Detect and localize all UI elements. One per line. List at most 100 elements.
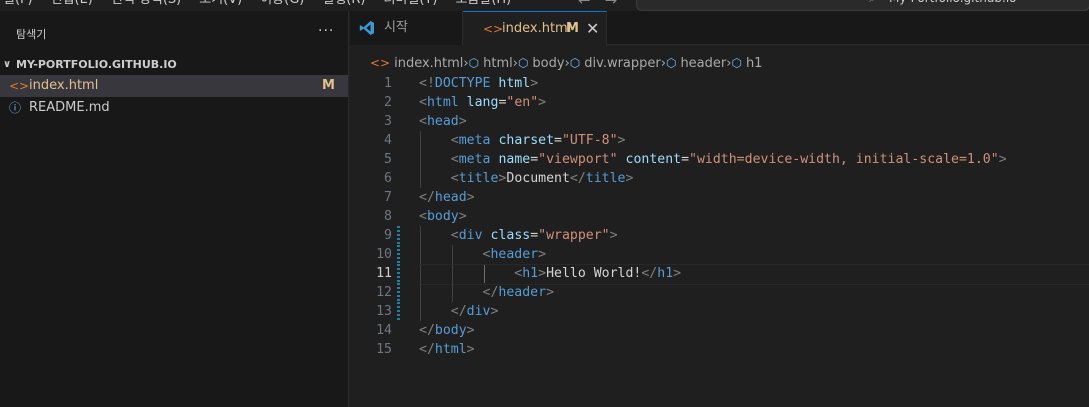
code-token: < — [450, 171, 459, 186]
code-token: head — [426, 114, 459, 129]
menu-item[interactable]: 편집(E) — [42, 0, 102, 9]
code-line[interactable]: 13 </div> — [350, 302, 1089, 321]
code-token: html — [498, 76, 531, 91]
code-token: h1 — [657, 266, 674, 281]
command-center-label: My-Portfolio.github.io — [889, 0, 1017, 10]
html-file-icon: <> — [483, 22, 504, 36]
menu-item[interactable]: 터미널(T) — [374, 0, 446, 9]
code-token: = — [554, 133, 562, 148]
breadcrumb: <> index.html › ⬡ html › ⬡ body › ⬡ div.wrapper › ⬡ h… — [350, 52, 762, 74]
more-actions-icon[interactable]: ··· — [318, 23, 334, 39]
tab-welcome[interactable]: 시작 — [350, 11, 463, 45]
modified-badge: M — [322, 78, 335, 93]
code-text: <meta name="viewport" content="width=dev… — [419, 150, 1007, 169]
line-number: 1 — [384, 76, 392, 91]
code-token: header — [490, 247, 539, 262]
code-line[interactable]: 7 </head> — [350, 188, 1089, 207]
code-token: meta — [458, 152, 491, 167]
menu-item[interactable]: 실행(R) — [313, 0, 374, 9]
code-token: = — [530, 228, 539, 243]
code-token: </ — [641, 266, 658, 281]
line-number: 7 — [384, 190, 392, 205]
code-token: < — [419, 209, 427, 224]
folder-name: MY-PORTFOLIO.GITHUB.IO — [16, 58, 177, 71]
code-line[interactable]: 8 <body> — [350, 207, 1089, 226]
code-token: Document — [506, 171, 570, 186]
code-line[interactable]: 11 <h1>Hello World!</h1> — [350, 264, 1089, 285]
command-center[interactable]: ⌕ My-Portfolio.github.io — [636, 0, 1089, 11]
menu-item[interactable]: 도움말(H) — [446, 0, 520, 9]
code-token: h1 — [522, 266, 539, 281]
code-token: html — [426, 95, 459, 110]
breadcrumb-item[interactable]: ⬡ div.wrapper — [570, 56, 661, 71]
info-icon: ⓘ — [9, 101, 22, 115]
menu-item[interactable]: 일(F) — [0, 0, 42, 9]
symbol-element-icon: ⬡ — [731, 56, 742, 70]
modified-line-indicator — [397, 226, 400, 245]
tab-index-html[interactable]: <> index.html M ✕ — [463, 11, 607, 46]
title-bar: 일(F)편집(E)선택 영역(S)보기(V)이동(G)실행(R)터미널(T)도움… — [0, 0, 1089, 11]
code-token: title — [585, 171, 626, 186]
code-line[interactable]: 5 <meta name="viewport" content="width=d… — [350, 150, 1089, 169]
breadcrumb-item[interactable]: ⬡ body — [518, 56, 565, 71]
code-line[interactable]: 4 <meta charset="UTF-8"> — [350, 131, 1089, 150]
menu-item[interactable]: 보기(V) — [190, 0, 251, 9]
code-text: <header> — [419, 245, 547, 264]
line-number: 14 — [376, 323, 392, 338]
breadcrumb-label: index.html — [394, 55, 464, 71]
breadcrumb-item[interactable]: ⬡ header — [666, 56, 726, 71]
code-token: > — [617, 133, 626, 148]
vscode-icon — [359, 21, 374, 35]
code-token: > — [538, 266, 547, 281]
code-token: div — [458, 228, 483, 243]
menu-item[interactable]: 이동(G) — [251, 0, 313, 9]
file-item-readme[interactable]: ⓘ README.md — [0, 97, 348, 119]
line-number: 11 — [376, 266, 392, 281]
tab-label: 시작 — [384, 20, 408, 35]
code-line[interactable]: 10 <header> — [350, 245, 1089, 264]
folder-root[interactable]: ∨ MY-PORTFOLIO.GITHUB.IO — [0, 55, 348, 75]
line-number: 2 — [384, 95, 392, 110]
breadcrumb-item[interactable]: ⬡ html — [469, 56, 513, 71]
code-token: class — [490, 228, 531, 243]
code-line[interactable]: 3 <head> — [350, 112, 1089, 131]
file-item-index-html[interactable]: <> index.html M — [0, 75, 348, 97]
code-line[interactable]: 15 </html> — [350, 340, 1089, 359]
code-token: > — [673, 266, 682, 281]
code-line[interactable]: 12 </header> — [350, 283, 1089, 302]
explorer-sidebar: 탐색기 ··· ∨ MY-PORTFOLIO.GITHUB.IO <> inde… — [0, 11, 349, 407]
indent-guide — [420, 264, 421, 283]
back-arrow-icon[interactable]: ← — [578, 0, 591, 9]
code-line[interactable]: 9 <div class="wrapper"> — [350, 226, 1089, 245]
code-line[interactable]: 2 <html lang="en"> — [350, 93, 1089, 112]
code-line[interactable]: 6 <title>Document</title> — [350, 169, 1089, 188]
menu-item[interactable]: 선택 영역(S) — [102, 0, 190, 9]
forward-arrow-icon[interactable]: → — [605, 0, 618, 9]
code-line[interactable]: 1 <!DOCTYPE html> — [350, 74, 1089, 93]
code-token: > — [546, 285, 555, 300]
line-number: 15 — [376, 342, 392, 357]
line-number: 6 — [384, 171, 392, 186]
line-number: 9 — [384, 228, 392, 243]
file-name: index.html — [29, 78, 99, 93]
code-token: > — [538, 95, 547, 110]
breadcrumb-item[interactable]: ⬡ h1 — [731, 56, 762, 71]
close-icon[interactable]: ✕ — [586, 12, 599, 46]
code-token: lang — [466, 95, 499, 110]
code-editor[interactable]: 1 <!DOCTYPE html> 2 <html lang="en"> 3 <head>… — [350, 74, 1089, 359]
code-line[interactable]: 14 </body> — [350, 321, 1089, 340]
modified-badge: M — [566, 21, 579, 36]
code-token: body — [434, 323, 467, 338]
breadcrumb-item[interactable]: <> index.html — [370, 56, 463, 71]
code-token: Hello World! — [546, 266, 642, 281]
code-token: name — [498, 152, 531, 167]
code-token: > — [538, 247, 547, 262]
code-text: <title>Document</title> — [419, 169, 634, 188]
breadcrumb-label: html — [483, 55, 513, 71]
code-token: <! — [419, 76, 435, 91]
